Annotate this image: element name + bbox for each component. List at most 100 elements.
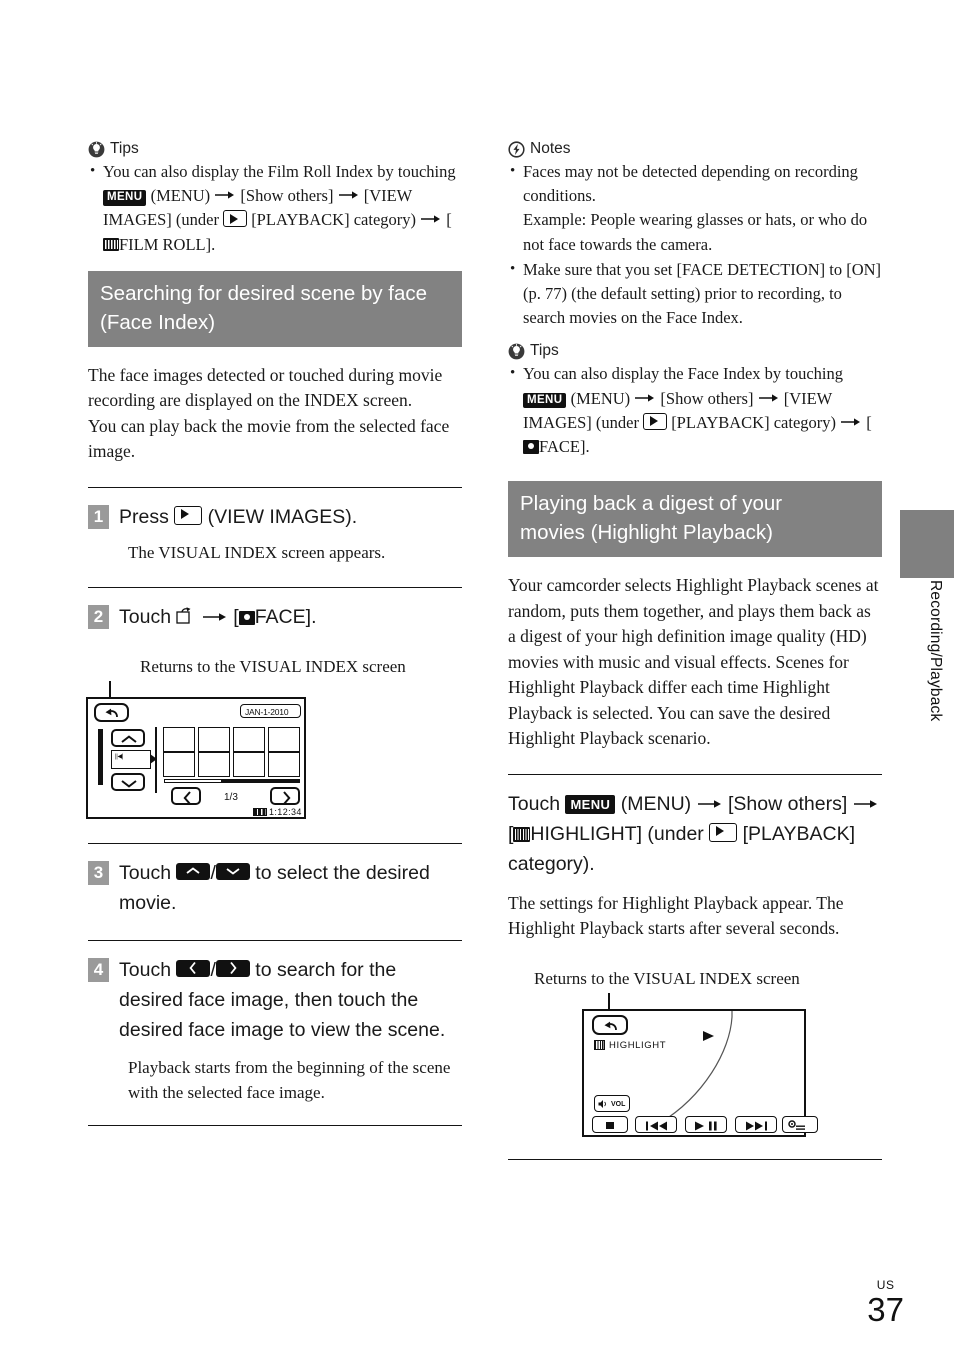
lightbulb-icon (508, 343, 525, 360)
progress-bar-fill (221, 778, 300, 783)
section-heading-highlight-playback: Playing back a digest of your movies (Hi… (508, 481, 882, 558)
step-2: 2 Touch [FACE]. (88, 602, 462, 632)
step-4-text-before: Touch (119, 958, 177, 981)
options-button[interactable] (782, 1115, 818, 1133)
page-folio: US 37 (867, 1278, 904, 1326)
scrollbar-track[interactable] (98, 728, 103, 785)
highlight-chip (513, 826, 531, 842)
divider (508, 1158, 882, 1160)
face-thumbnail[interactable] (233, 751, 265, 777)
options-icon (788, 1119, 805, 1130)
highlight-instruction: Touch MENU (MENU) [Show others] [HIGHLIG… (508, 789, 882, 879)
media-icon (253, 807, 267, 816)
step-2-text-mid: [ (227, 605, 239, 628)
date-label: JAN-1-2010 (245, 707, 289, 718)
side-tab-block (900, 510, 954, 578)
notes-item: Faces may not be detected depending on r… (508, 159, 882, 257)
notes-list: Faces may not be detected depending on r… (508, 159, 882, 331)
film-roll-chip (103, 237, 119, 251)
section-heading-face-index: Searching for desired scene by face (Fac… (88, 270, 462, 347)
selected-movie-thumbnail[interactable]: ||◀| (111, 749, 151, 769)
return-arrow-icon (105, 708, 118, 717)
return-arrow-icon (604, 1021, 617, 1030)
face-thumbnail[interactable] (163, 751, 195, 777)
lightning-icon (508, 140, 525, 158)
next-button[interactable] (735, 1115, 777, 1133)
stop-icon (606, 1122, 614, 1130)
face-thumbnail[interactable] (163, 726, 195, 752)
notes-item: Make sure that you set [FACE DETECTION] … (508, 257, 882, 331)
step-2-text-after: FACE]. (254, 605, 317, 628)
right-arrow-icon (853, 789, 879, 819)
tip-text-2: FILM ROLL]. (119, 234, 216, 254)
playback-chip (223, 210, 248, 228)
face-thumbnail[interactable] (198, 751, 230, 777)
return-button[interactable] (592, 1014, 628, 1035)
stop-button[interactable] (592, 1115, 628, 1133)
lcd-screen-visual-index: JAN-1-2010 ||◀| 1/3 1:12:34 (86, 696, 306, 819)
face-thumbnail[interactable] (268, 751, 300, 777)
date-badge: JAN-1-2010 (240, 703, 301, 718)
face-thumbnail[interactable] (233, 726, 265, 752)
tips-callout-left: Tips You can also display the Film Roll … (88, 140, 462, 257)
return-button[interactable] (94, 702, 129, 722)
scroll-up-button[interactable] (111, 728, 145, 747)
right-column: Notes Faces may not be detected dependin… (508, 140, 882, 1174)
play-pause-button[interactable] (685, 1115, 727, 1133)
divider (88, 486, 462, 488)
tips-item: You can also display the Face Index by t… (508, 361, 882, 459)
face-thumbnail[interactable] (198, 726, 230, 752)
highlight-body-text: Your camcorder selects Highlight Playbac… (508, 575, 879, 749)
right-arrow-icon (214, 184, 236, 208)
manual-page: Recording/Playback Tips You can also dis… (0, 0, 954, 1357)
step-3-text: Touch / to select the desired movie. (119, 858, 462, 918)
instruction-text-1: Touch (508, 792, 566, 815)
playback-chip (709, 822, 738, 842)
volume-button[interactable]: VOL (594, 1094, 630, 1112)
scroll-down-button[interactable] (111, 772, 145, 791)
skip-next-icon (746, 1121, 767, 1131)
left-column: Tips You can also display the Film Roll … (86, 140, 462, 1140)
next-page-button[interactable] (270, 786, 300, 805)
face-chip (238, 610, 255, 625)
step-4-text: Touch / to search for the desired face i… (119, 955, 462, 1045)
instruction-text-2: (MENU) (615, 792, 697, 815)
figure-caption-left: Returns to the VISUAL INDEX screen (140, 656, 406, 676)
play-pause-icon (695, 1121, 717, 1131)
step-1: 1 Press (VIEW IMAGES). (88, 502, 462, 532)
previous-button[interactable] (635, 1115, 677, 1133)
previous-page-button[interactable] (171, 786, 201, 805)
chevron-down-icon (121, 780, 137, 788)
right-arrow-icon (697, 789, 723, 819)
divider (88, 939, 462, 941)
menu-chip: MENU (523, 392, 567, 409)
page-number: 37 (867, 1291, 904, 1328)
step-number: 4 (88, 957, 109, 982)
face-thumbnail[interactable] (268, 726, 300, 752)
tip-text-1: You can also display the Face Index by t… (523, 364, 844, 384)
right-key-icon (215, 959, 250, 977)
figure-caption-right: Returns to the VISUAL INDEX screen (534, 968, 800, 988)
tips-item: You can also display the Film Roll Index… (88, 159, 462, 257)
time-code: 1:12:34 (269, 806, 302, 817)
lcd-screen-highlight: HIGHLIGHT VOL (582, 1008, 818, 1137)
right-arrow-icon (202, 602, 228, 632)
right-arrow-icon (634, 387, 656, 411)
right-arrow-icon (338, 184, 360, 208)
section-intro-text: The face images detected or touched duri… (88, 364, 450, 462)
tip-text-2: FACE]. (539, 437, 590, 457)
down-key-icon (215, 862, 250, 880)
notes-label: Notes (530, 140, 571, 157)
step-4: 4 Touch / to search for the desired face… (88, 955, 462, 1045)
film-marker-icon: ||◀| (115, 753, 124, 760)
up-key-icon (176, 862, 211, 880)
step-number: 2 (88, 604, 109, 629)
figure-visual-index: JAN-1-2010 ||◀| 1/3 1:12:34 (86, 680, 306, 819)
tips-list-right: You can also display the Face Index by t… (508, 361, 882, 459)
highlight-chip-small (594, 1039, 605, 1050)
tips-heading-right: Tips (508, 342, 882, 360)
right-arrow-icon (420, 208, 442, 232)
menu-chip: MENU (103, 190, 147, 206)
speaker-icon (598, 1100, 606, 1109)
return-arrow-icon (176, 607, 191, 624)
